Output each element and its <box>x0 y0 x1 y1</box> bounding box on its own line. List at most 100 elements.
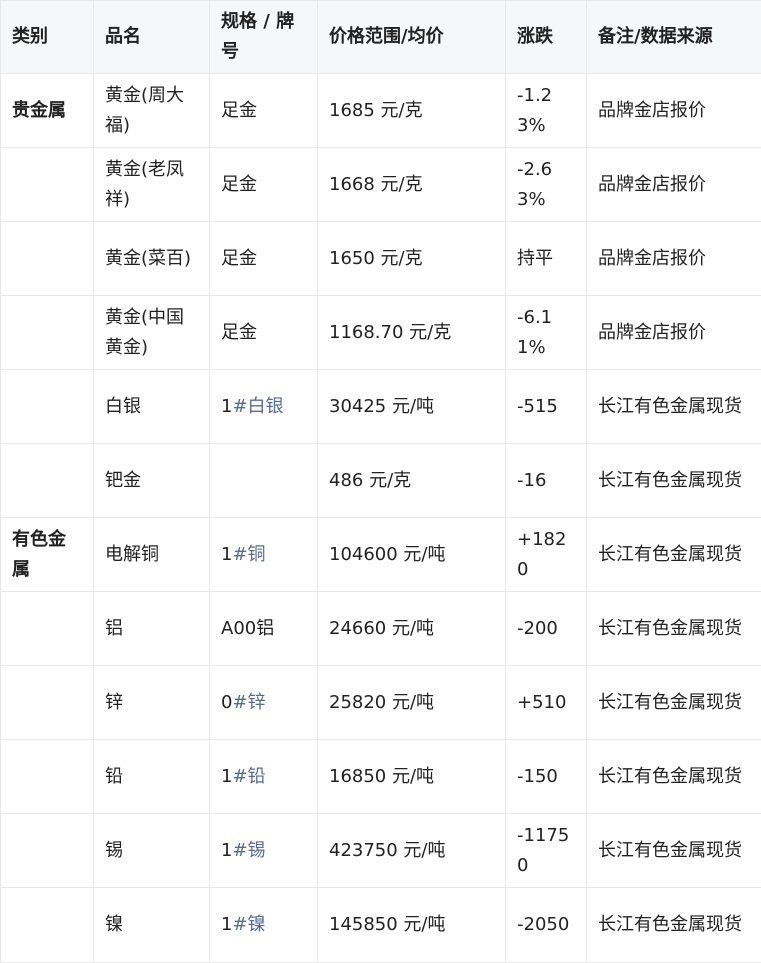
price-cell: 24660 元/吨 <box>318 592 506 666</box>
price-cell: 423750 元/吨 <box>318 814 506 888</box>
source-cell: 长江有色金属现货 <box>587 592 761 666</box>
header-category: 类别 <box>1 1 94 74</box>
spec-cell: 足金 <box>210 222 318 296</box>
spec-prefix: 0 <box>221 692 232 713</box>
table-row: 有色金属 电解铜 1#铜 104600 元/吨 +1820 长江有色金属现货 <box>1 518 761 592</box>
change-cell: -515 <box>506 370 587 444</box>
table-row: 钯金 486 元/克 -16 长江有色金属现货 <box>1 444 761 518</box>
spec-hashtag-link[interactable]: #铜 <box>232 544 265 565</box>
name-cell: 白银 <box>94 370 210 444</box>
spec-prefix: 足金 <box>221 248 257 269</box>
source-cell: 品牌金店报价 <box>587 74 761 148</box>
spec-cell: 1#锡 <box>210 814 318 888</box>
change-cell: -11750 <box>506 814 587 888</box>
spec-prefix: 1 <box>221 544 232 565</box>
source-cell: 长江有色金属现货 <box>587 740 761 814</box>
change-cell: 持平 <box>506 222 587 296</box>
table-row: 贵金属 黄金(周大福) 足金 1685 元/克 -1.23% 品牌金店报价 <box>1 74 761 148</box>
category-cell <box>1 814 94 888</box>
spec-cell: 1#铜 <box>210 518 318 592</box>
price-cell: 486 元/克 <box>318 444 506 518</box>
name-cell: 铝 <box>94 592 210 666</box>
category-cell <box>1 666 94 740</box>
table-header-row: 类别 品名 规格 / 牌号 价格范围/均价 涨跌 备注/数据来源 <box>1 1 761 74</box>
price-cell: 1168.70 元/克 <box>318 296 506 370</box>
spec-cell: 足金 <box>210 74 318 148</box>
table-row: 白银 1#白银 30425 元/吨 -515 长江有色金属现货 <box>1 370 761 444</box>
change-cell: -6.11% <box>506 296 587 370</box>
spec-prefix: A00铝 <box>221 618 274 639</box>
price-cell: 104600 元/吨 <box>318 518 506 592</box>
table-row: 镍 1#镍 145850 元/吨 -2050 长江有色金属现货 <box>1 888 761 963</box>
price-cell: 30425 元/吨 <box>318 370 506 444</box>
spec-prefix: 1 <box>221 914 232 935</box>
category-cell: 贵金属 <box>1 74 94 148</box>
category-cell <box>1 148 94 222</box>
price-cell: 1685 元/克 <box>318 74 506 148</box>
spec-cell: A00铝 <box>210 592 318 666</box>
table-row: 锡 1#锡 423750 元/吨 -11750 长江有色金属现货 <box>1 814 761 888</box>
category-cell <box>1 370 94 444</box>
name-cell: 黄金(周大福) <box>94 74 210 148</box>
table-row: 铅 1#铅 16850 元/吨 -150 长江有色金属现货 <box>1 740 761 814</box>
price-cell: 25820 元/吨 <box>318 666 506 740</box>
spec-hashtag-link[interactable]: #锡 <box>232 840 265 861</box>
price-cell: 1668 元/克 <box>318 148 506 222</box>
source-cell: 长江有色金属现货 <box>587 370 761 444</box>
spec-hashtag-link[interactable]: #镍 <box>232 914 265 935</box>
source-cell: 长江有色金属现货 <box>587 444 761 518</box>
metal-price-table: 类别 品名 规格 / 牌号 价格范围/均价 涨跌 备注/数据来源 贵金属 黄金(… <box>0 0 761 963</box>
name-cell: 黄金(老凤祥) <box>94 148 210 222</box>
source-cell: 品牌金店报价 <box>587 222 761 296</box>
source-cell: 长江有色金属现货 <box>587 666 761 740</box>
source-cell: 品牌金店报价 <box>587 148 761 222</box>
category-cell: 有色金属 <box>1 518 94 592</box>
spec-cell: 1#白银 <box>210 370 318 444</box>
category-cell <box>1 888 94 963</box>
change-cell: -2050 <box>506 888 587 963</box>
category-cell <box>1 444 94 518</box>
source-cell: 长江有色金属现货 <box>587 518 761 592</box>
spec-cell: 0#锌 <box>210 666 318 740</box>
price-cell: 1650 元/克 <box>318 222 506 296</box>
header-change: 涨跌 <box>506 1 587 74</box>
source-cell: 长江有色金属现货 <box>587 814 761 888</box>
name-cell: 镍 <box>94 888 210 963</box>
table-row: 黄金(中国黄金) 足金 1168.70 元/克 -6.11% 品牌金店报价 <box>1 296 761 370</box>
table-row: 黄金(老凤祥) 足金 1668 元/克 -2.63% 品牌金店报价 <box>1 148 761 222</box>
change-cell: -1.23% <box>506 74 587 148</box>
spec-prefix: 足金 <box>221 100 257 121</box>
spec-cell: 足金 <box>210 148 318 222</box>
spec-prefix: 1 <box>221 766 232 787</box>
spec-cell: 1#镍 <box>210 888 318 963</box>
name-cell: 黄金(菜百) <box>94 222 210 296</box>
table-row: 锌 0#锌 25820 元/吨 +510 长江有色金属现货 <box>1 666 761 740</box>
name-cell: 锡 <box>94 814 210 888</box>
category-cell <box>1 222 94 296</box>
change-cell: +510 <box>506 666 587 740</box>
name-cell: 锌 <box>94 666 210 740</box>
spec-cell: 足金 <box>210 296 318 370</box>
change-cell: -16 <box>506 444 587 518</box>
header-source: 备注/数据来源 <box>587 1 761 74</box>
spec-hashtag-link[interactable]: #铅 <box>232 766 265 787</box>
table-body: 贵金属 黄金(周大福) 足金 1685 元/克 -1.23% 品牌金店报价 黄金… <box>1 74 761 963</box>
name-cell: 铅 <box>94 740 210 814</box>
price-cell: 16850 元/吨 <box>318 740 506 814</box>
spec-hashtag-link[interactable]: #锌 <box>232 692 265 713</box>
category-cell <box>1 592 94 666</box>
table-row: 铝 A00铝 24660 元/吨 -200 长江有色金属现货 <box>1 592 761 666</box>
change-cell: +1820 <box>506 518 587 592</box>
category-cell <box>1 740 94 814</box>
change-cell: -200 <box>506 592 587 666</box>
header-spec: 规格 / 牌号 <box>210 1 318 74</box>
spec-hashtag-link[interactable]: #白银 <box>232 396 283 417</box>
name-cell: 钯金 <box>94 444 210 518</box>
source-cell: 长江有色金属现货 <box>587 888 761 963</box>
price-cell: 145850 元/吨 <box>318 888 506 963</box>
spec-prefix: 足金 <box>221 174 257 195</box>
name-cell: 电解铜 <box>94 518 210 592</box>
category-cell <box>1 296 94 370</box>
change-cell: -2.63% <box>506 148 587 222</box>
spec-prefix: 1 <box>221 396 232 417</box>
